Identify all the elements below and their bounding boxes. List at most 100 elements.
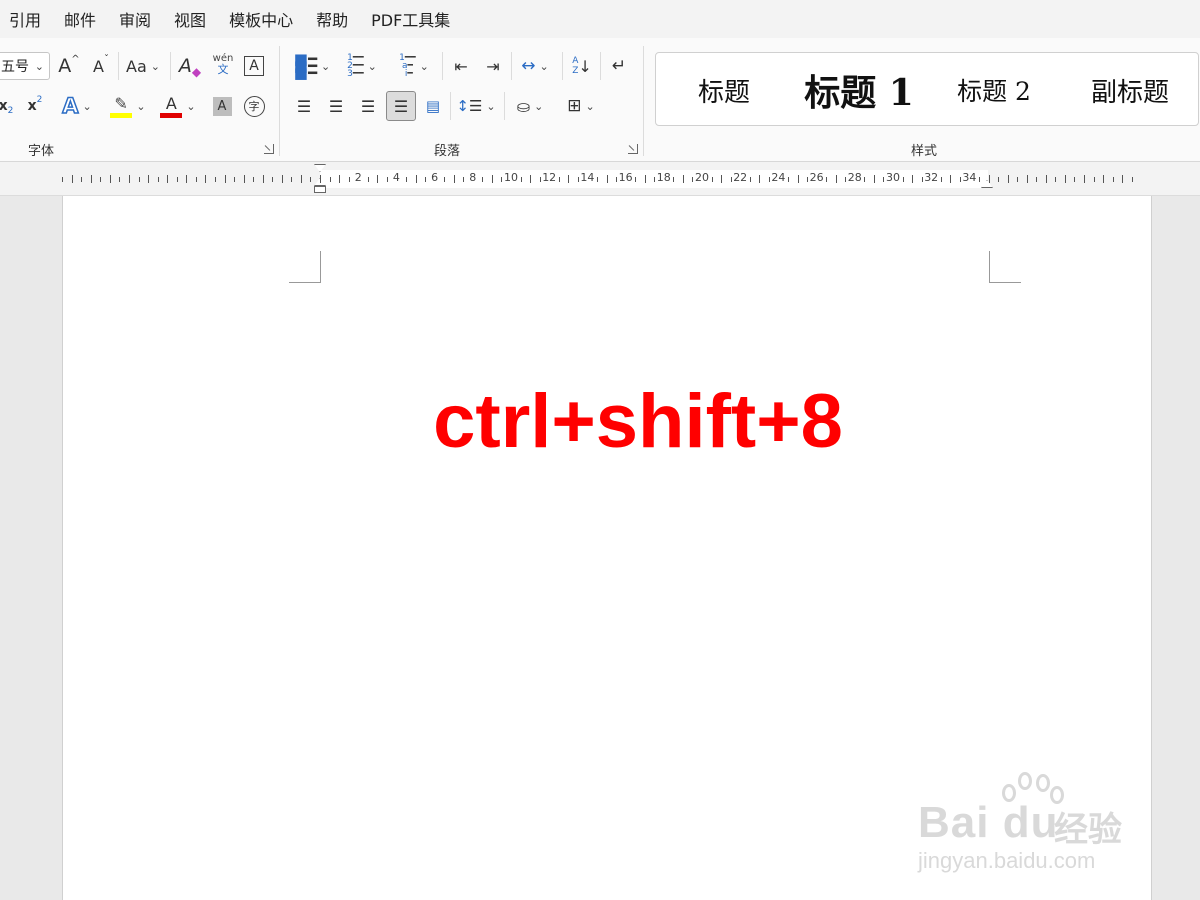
ruler-tick — [950, 175, 952, 183]
highlighter-icon: ✎ — [110, 94, 133, 118]
decrease-indent-icon: ⇤ — [454, 56, 468, 76]
ruler-tick — [386, 177, 388, 182]
grow-font-button[interactable]: A ^ — [56, 52, 82, 80]
caret-down-icon: ˇ — [103, 53, 109, 65]
distributed-button[interactable]: ▤ — [420, 92, 446, 120]
borders-button[interactable]: ⊞ ⌄ — [558, 92, 604, 120]
show-marks-button[interactable]: ↵ — [606, 52, 632, 80]
line-spacing-button[interactable]: ↕☰ ⌄ — [454, 92, 498, 120]
ruler-number: 34 — [962, 171, 977, 184]
sort-button[interactable]: A Z ↓ — [568, 52, 596, 80]
borders-icon: ⊞ — [567, 96, 582, 116]
ruler-tick — [253, 177, 255, 182]
left-indent-icon[interactable] — [314, 186, 326, 193]
ruler-number: 18 — [656, 171, 671, 184]
shading-button[interactable]: ⛀ ⌄ — [508, 92, 552, 120]
ruler-number: 6 — [431, 171, 439, 184]
divider — [504, 92, 505, 120]
ruler-tick — [768, 177, 770, 182]
grow-font-icon: A — [58, 55, 72, 77]
ruler-tick — [654, 177, 656, 182]
ruler-tick — [377, 175, 379, 183]
ruler-tick — [673, 177, 675, 182]
chevron-down-icon: ⌄ — [136, 99, 146, 113]
ruler-number: 16 — [618, 171, 633, 184]
subscript-button[interactable]: x2 — [0, 92, 16, 120]
menu-help[interactable]: 帮助 — [316, 7, 348, 31]
ruler-number: 8 — [469, 171, 477, 184]
change-case-button[interactable]: Aa ⌄ — [122, 52, 164, 80]
menu-mailings[interactable]: 邮件 — [64, 7, 96, 31]
style-heading[interactable]: 标题 — [676, 53, 772, 127]
chevron-down-icon: ⌄ — [486, 99, 496, 113]
chevron-down-icon: ⌄ — [186, 99, 196, 113]
margin-corner-mark — [989, 251, 1021, 283]
phonetic-guide-button[interactable]: wén 文 — [208, 50, 238, 78]
highlight-button[interactable]: ✎ ⌄ — [106, 92, 150, 120]
group-divider — [643, 46, 644, 156]
eraser-icon: ◆ — [191, 65, 202, 79]
clear-format-button[interactable]: A ◆ — [176, 52, 204, 80]
numbering-button[interactable]: 1━━ 2━━ 3━━ ⌄ — [340, 52, 384, 80]
paragraph-dialog-launcher-icon[interactable] — [628, 144, 638, 154]
chinese-layout-button[interactable]: ↔ ⌄ — [514, 52, 556, 80]
ruler-tick — [568, 175, 570, 183]
phonetic-bottom: 文 — [217, 62, 229, 76]
caret-up-icon: ^ — [71, 53, 80, 65]
menu-view[interactable]: 视图 — [174, 7, 206, 31]
ruler-number: 4 — [392, 171, 400, 184]
ruler-number: 12 — [542, 171, 557, 184]
enclose-character-button[interactable]: 字 — [242, 92, 266, 120]
ruler-tick — [224, 175, 226, 183]
bullets-button[interactable]: ■━ ■━ ■━ ⌄ — [290, 51, 334, 80]
ruler-tick — [883, 177, 885, 182]
chevron-down-icon: ⌄ — [150, 59, 160, 73]
font-color-button[interactable]: A ⌄ — [156, 92, 200, 120]
style-subtitle[interactable]: 副标题 — [1074, 53, 1186, 127]
ruler-tick — [148, 175, 150, 183]
ruler-tick — [138, 177, 140, 182]
ruler-tick — [912, 175, 914, 183]
superscript-button[interactable]: x2 — [24, 92, 46, 120]
multilevel-list-icon: 1━━ a━ i━ — [399, 53, 416, 79]
align-center-button[interactable]: ☰ — [324, 92, 348, 120]
menu-template-center[interactable]: 模板中心 — [229, 7, 293, 31]
ruler-tick — [1064, 175, 1066, 183]
ruler-tick — [682, 175, 684, 183]
text-effect-button[interactable]: A ⌄ — [56, 92, 98, 120]
horizontal-ruler[interactable]: 2 4 6 8 10 12 14 16 18 20 22 24 26 28 30 32 34 — [0, 162, 1200, 196]
menu-references[interactable]: 引用 — [9, 7, 41, 31]
font-dialog-launcher-icon[interactable] — [264, 144, 274, 154]
divider — [118, 52, 119, 80]
shrink-font-button[interactable]: Aˇ — [88, 52, 114, 80]
menu-bar: 引用 邮件 审阅 视图 模板中心 帮助 PDF工具集 — [0, 0, 1200, 38]
ruler-number: 10 — [504, 171, 518, 184]
ruler-tick — [234, 177, 236, 182]
decrease-indent-button[interactable]: ⇤ — [448, 52, 474, 80]
document-text[interactable]: ctrl+shift+8 — [63, 378, 1200, 465]
chevron-down-icon: ⌄ — [367, 59, 377, 73]
style-heading-1[interactable]: 标题 1 — [794, 53, 924, 127]
align-left-button[interactable]: ☰ — [292, 92, 316, 120]
ruler-tick — [272, 177, 274, 182]
chevron-down-icon: ⌄ — [534, 99, 544, 113]
chinese-layout-icon: ↔ — [521, 56, 536, 76]
style-heading-2[interactable]: 标题 2 — [944, 53, 1044, 127]
font-size-select[interactable]: 五号 ⌄ — [0, 52, 50, 80]
menu-pdf-tools[interactable]: PDF工具集 — [371, 7, 450, 31]
justify-button[interactable]: ☰ — [386, 91, 416, 121]
align-right-button[interactable]: ☰ — [356, 92, 380, 120]
character-shading-button[interactable]: A — [210, 92, 234, 120]
divider — [442, 52, 443, 80]
ruler-tick — [310, 177, 312, 182]
menu-review[interactable]: 审阅 — [119, 7, 151, 31]
ruler-tick — [749, 177, 751, 182]
ruler-tick — [482, 177, 484, 182]
increase-indent-button[interactable]: ⇥ — [480, 52, 506, 80]
character-border-button[interactable]: A — [242, 52, 266, 80]
ruler-tick — [864, 177, 866, 182]
paragraph-group: ■━ ■━ ■━ ⌄ 1━━ 2━━ 3━━ ⌄ 1━━ a━ i━ ⌄ ⇤ ⇥ ↔ ⌄ A Z ↓… — [280, 38, 642, 162]
align-right-icon: ☰ — [360, 96, 376, 116]
ruler-tick — [501, 177, 503, 182]
multilevel-list-button[interactable]: 1━━ a━ i━ ⌄ — [392, 52, 436, 80]
